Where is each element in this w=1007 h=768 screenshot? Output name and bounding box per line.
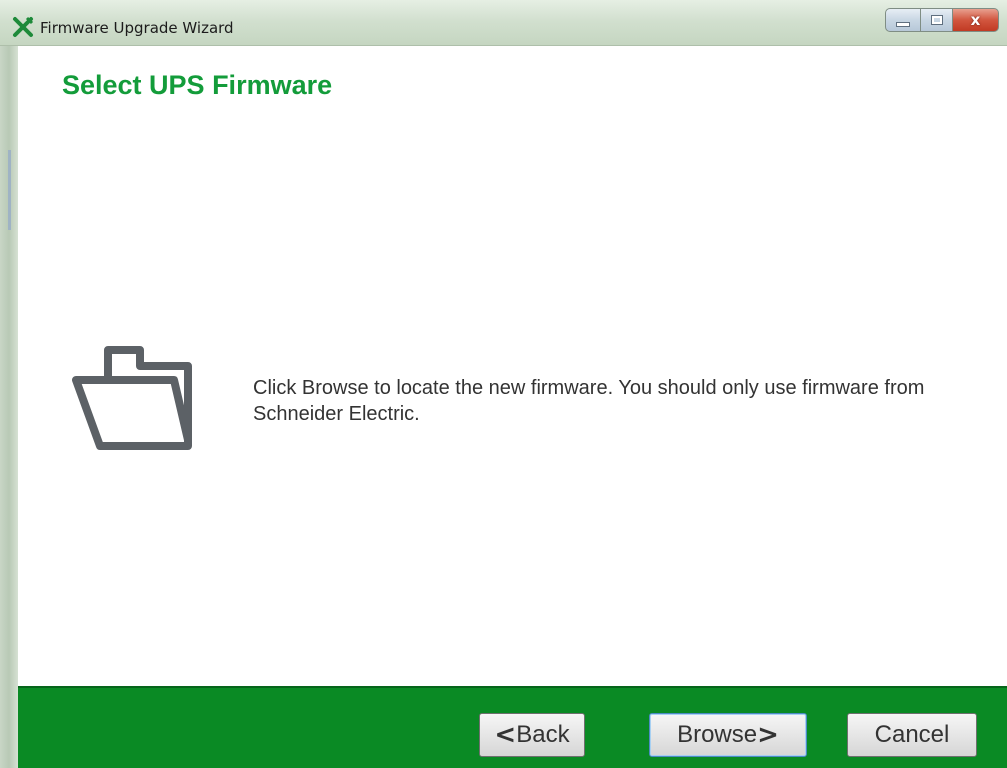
back-arrow-icon: < bbox=[494, 720, 517, 750]
browse-button[interactable]: Browse > bbox=[649, 713, 807, 757]
frame-accent bbox=[8, 150, 11, 230]
wizard-content: Select UPS Firmware Click Browse to loca… bbox=[18, 46, 1007, 686]
page-title: Select UPS Firmware bbox=[62, 70, 333, 100]
window-title: Firmware Upgrade Wizard bbox=[40, 19, 234, 37]
back-button[interactable]: < Back bbox=[479, 713, 585, 757]
maximize-button[interactable] bbox=[921, 8, 953, 32]
minimize-button[interactable] bbox=[885, 8, 921, 32]
wrench-screwdriver-icon bbox=[13, 16, 34, 37]
maximize-icon bbox=[930, 15, 943, 25]
cancel-button-label: Cancel bbox=[874, 721, 950, 748]
title-bar[interactable]: Firmware Upgrade Wizard x bbox=[0, 0, 1007, 46]
instruction-text: Click Browse to locate the new firmware.… bbox=[253, 377, 925, 425]
browse-arrow-icon: > bbox=[757, 720, 779, 750]
window-controls: x bbox=[885, 8, 999, 32]
minimize-icon bbox=[896, 21, 910, 27]
wizard-footer: < Back Browse > Cancel bbox=[18, 686, 1007, 768]
close-icon: x bbox=[970, 11, 981, 29]
back-button-label: Back bbox=[516, 721, 570, 748]
firmware-upgrade-wizard-window: Firmware Upgrade Wizard x Select UPS Fir… bbox=[0, 0, 1007, 768]
close-button[interactable]: x bbox=[953, 8, 999, 32]
folder-icon bbox=[72, 346, 192, 450]
window-frame-left bbox=[0, 0, 18, 768]
cancel-button[interactable]: Cancel bbox=[847, 713, 977, 757]
browse-button-label: Browse bbox=[677, 721, 758, 748]
